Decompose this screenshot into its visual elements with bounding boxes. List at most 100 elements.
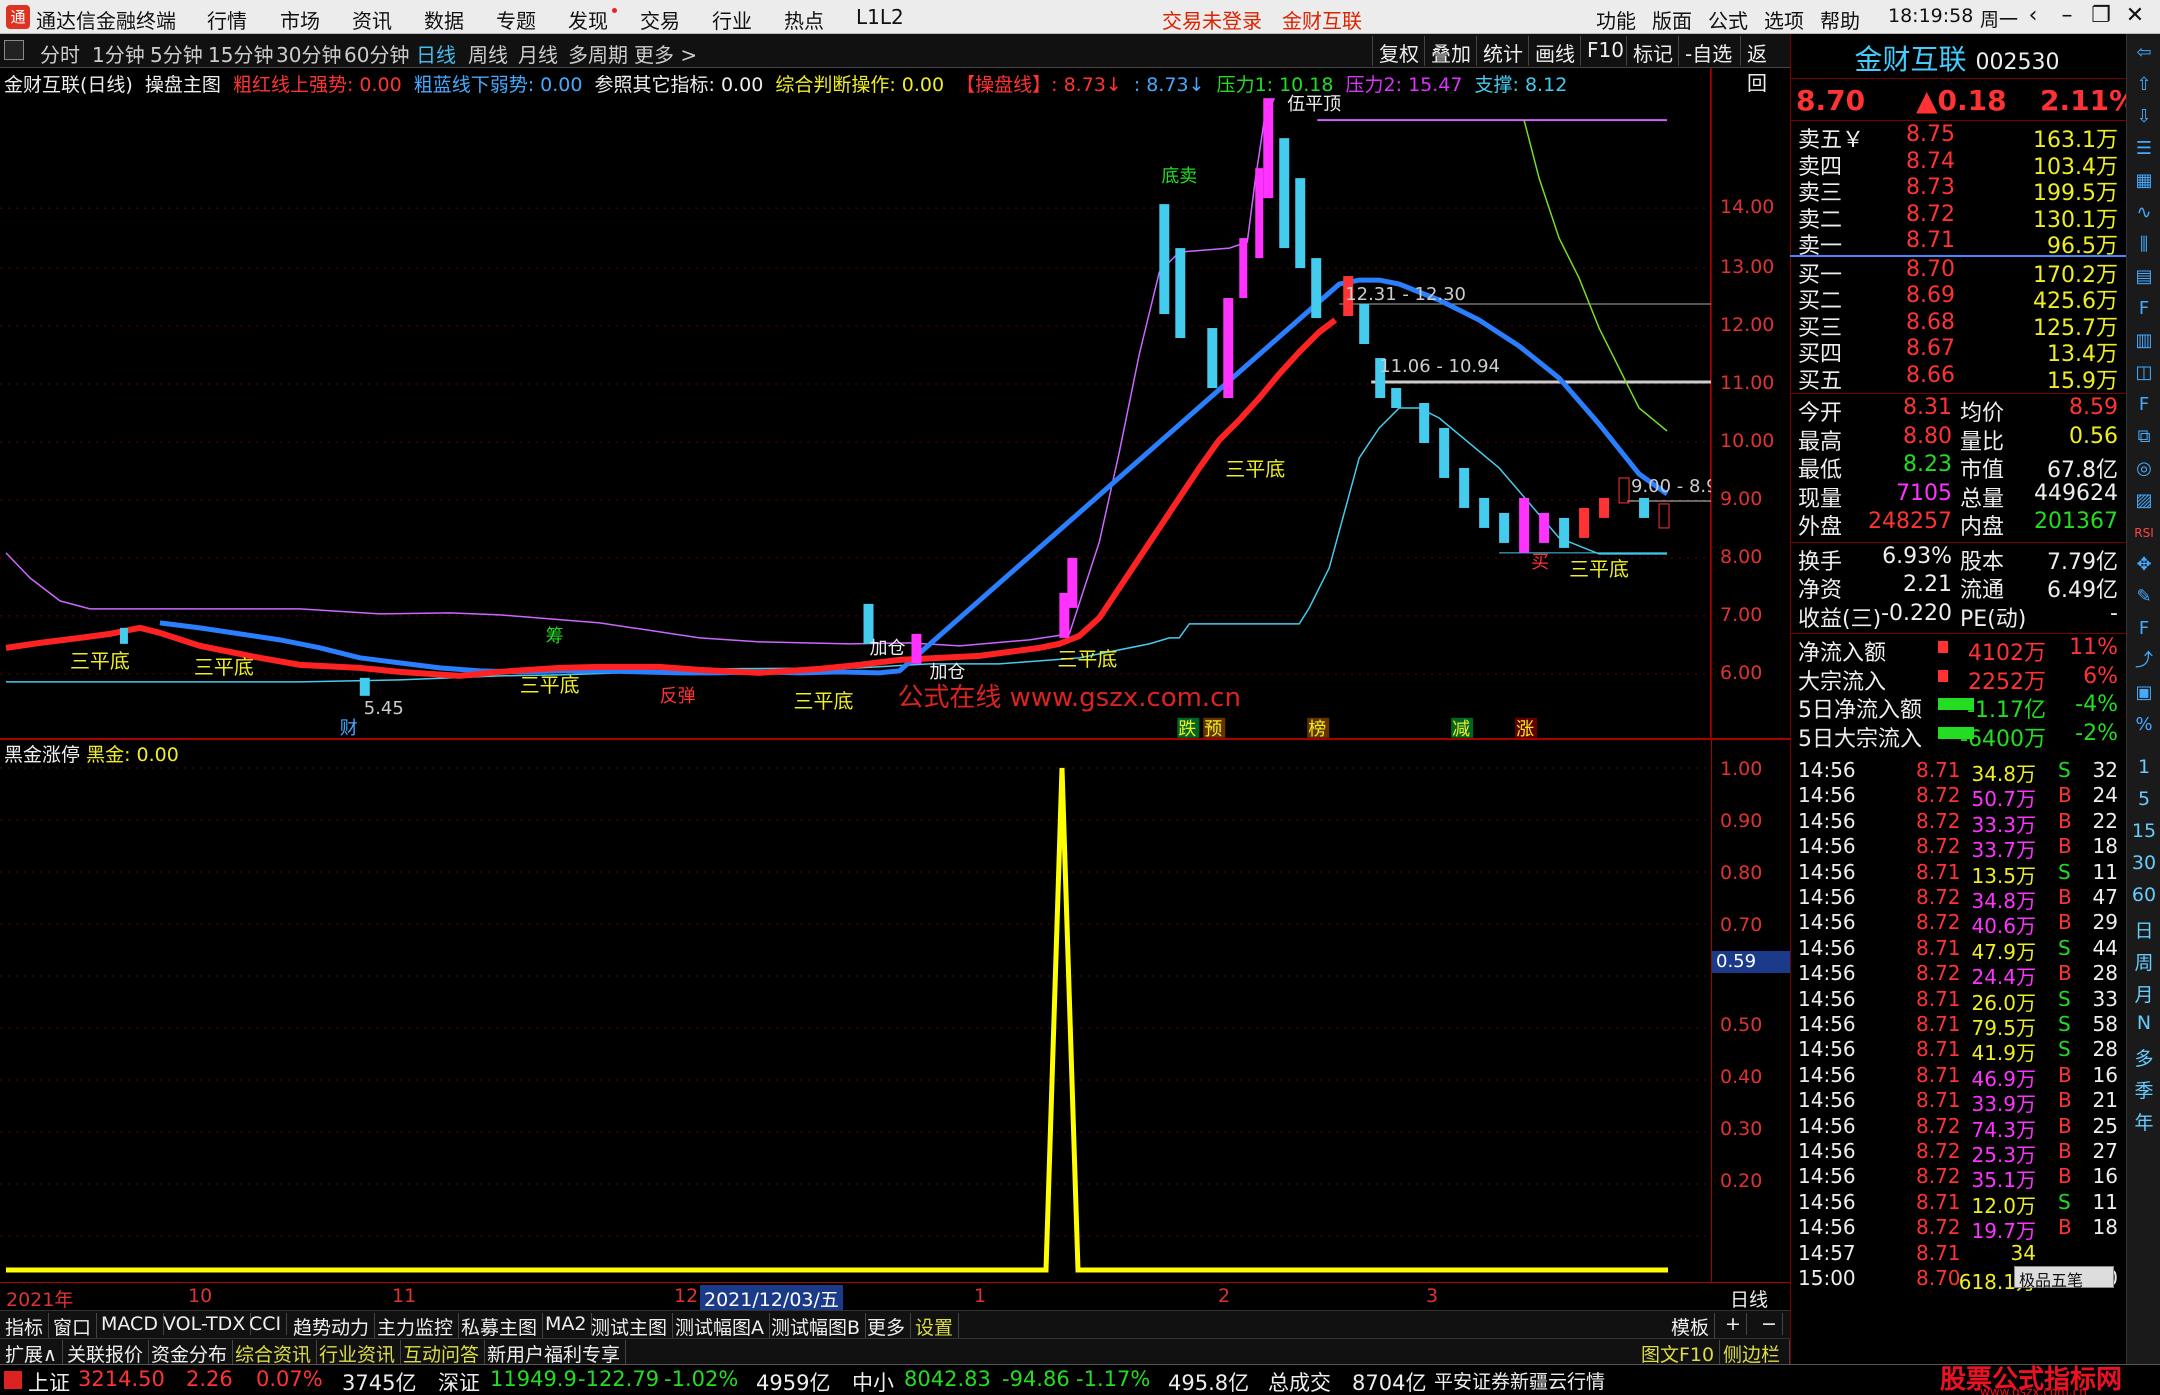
tab-qushi[interactable]: 趋势动力 bbox=[288, 1313, 376, 1340]
menu-item-jiaoyi[interactable]: 交易 bbox=[640, 5, 680, 34]
main-kline-chart[interactable]: 伍平顶 12.31 - 12.30 11.06 - 10.94 9.00 - 8… bbox=[0, 68, 1712, 738]
close-icon[interactable]: ✕ bbox=[2118, 3, 2152, 28]
tab-cci[interactable]: CCI bbox=[244, 1313, 288, 1335]
percent-icon[interactable]: % bbox=[2131, 712, 2157, 738]
macd-icon[interactable]: ▨ bbox=[2131, 488, 2157, 514]
sub-indicator-chart[interactable] bbox=[0, 740, 1712, 1282]
menu-item-banmian[interactable]: 版面 bbox=[1652, 5, 1692, 34]
tongji-button[interactable]: 统计 bbox=[1476, 36, 1529, 66]
period-shortcut-2[interactable]: 15 bbox=[2129, 820, 2159, 842]
period-shortcut-3[interactable]: 30 bbox=[2129, 852, 2159, 874]
tab-ceshi-b[interactable]: 测试幅图B bbox=[766, 1313, 867, 1340]
tab-zonghe[interactable]: 综合资讯 bbox=[230, 1340, 318, 1367]
period-shortcut-4[interactable]: 60 bbox=[2129, 884, 2159, 906]
sz-name[interactable]: 深证 bbox=[438, 1367, 480, 1395]
list-icon[interactable]: ☰ bbox=[2131, 136, 2157, 162]
menu-item-shichang[interactable]: 市场 bbox=[280, 5, 320, 34]
tab-simu[interactable]: 私募主图 bbox=[456, 1313, 544, 1340]
tab-vol-tdx[interactable]: VOL-TDX bbox=[158, 1313, 252, 1335]
target-icon[interactable]: ◎ bbox=[2131, 456, 2157, 482]
period-30min[interactable]: 30分钟 bbox=[276, 39, 341, 68]
period-shortcut-6[interactable]: 周 bbox=[2129, 948, 2159, 975]
tab-fuli[interactable]: 新用户福利专享 bbox=[482, 1340, 627, 1367]
grid-icon[interactable]: ▦ bbox=[2131, 168, 2157, 194]
period-multi[interactable]: 多周期 bbox=[568, 39, 628, 68]
f10-button[interactable]: F10 bbox=[1580, 36, 1630, 66]
menu-item-hangqing[interactable]: 行情 bbox=[207, 5, 247, 34]
news-icon[interactable]: ▥ bbox=[2131, 328, 2157, 354]
period-shortcut-5[interactable]: 日 bbox=[2129, 916, 2159, 943]
tab-hudong[interactable]: 互动问答 bbox=[398, 1340, 486, 1367]
menu-item-gongneng[interactable]: 功能 bbox=[1596, 5, 1636, 34]
tab-guanlian[interactable]: 关联报价 bbox=[62, 1340, 150, 1367]
rsi-icon[interactable]: RSI bbox=[2131, 520, 2157, 546]
down-arrow-icon[interactable]: ⇩ bbox=[2131, 104, 2157, 130]
huaxian-button[interactable]: 画线 bbox=[1528, 36, 1581, 66]
pen-icon[interactable]: ✎ bbox=[2131, 584, 2157, 610]
tab-hangye[interactable]: 行业资讯 bbox=[314, 1340, 402, 1367]
period-weekly[interactable]: 周线 bbox=[468, 39, 508, 68]
period-1min[interactable]: 1分钟 bbox=[92, 39, 145, 68]
remove-pane-button[interactable]: − bbox=[1756, 1313, 1783, 1335]
f2-icon[interactable]: F bbox=[2131, 392, 2157, 418]
tab-more[interactable]: 更多 bbox=[862, 1313, 912, 1340]
tab-ma2[interactable]: MA2 bbox=[540, 1313, 593, 1335]
tab-zhuli[interactable]: 主力监控 bbox=[372, 1313, 460, 1340]
period-fenshi[interactable]: 分时 bbox=[40, 39, 80, 68]
menu-item-l1l2[interactable]: L1L2 bbox=[856, 5, 904, 29]
period-shortcut-10[interactable]: 季 bbox=[2129, 1076, 2159, 1103]
tab-ceshi-main[interactable]: 测试主图 bbox=[586, 1313, 674, 1340]
back-icon[interactable]: ‹ bbox=[2016, 3, 2050, 28]
back-arrow-icon[interactable]: ⇦ bbox=[2131, 40, 2157, 66]
f5-icon[interactable]: F bbox=[2131, 616, 2157, 642]
export-icon[interactable]: ⤴ bbox=[2131, 648, 2157, 674]
tab-ceshi-a[interactable]: 测试幅图A bbox=[670, 1313, 770, 1340]
tab-macd[interactable]: MACD bbox=[96, 1313, 164, 1335]
period-shortcut-1[interactable]: 5 bbox=[2129, 788, 2159, 810]
period-shortcut-7[interactable]: 月 bbox=[2129, 980, 2159, 1007]
tab-f10[interactable]: 图文F10 bbox=[1636, 1340, 1721, 1367]
fanhui-button[interactable]: 返回 bbox=[1740, 36, 1790, 95]
period-shortcut-11[interactable]: 年 bbox=[2129, 1108, 2159, 1135]
period-shortcut-9[interactable]: 多 bbox=[2129, 1044, 2159, 1071]
f10-icon[interactable]: F bbox=[2131, 296, 2157, 322]
line-chart-icon[interactable]: ∿ bbox=[2131, 200, 2157, 226]
tools-icon[interactable]: ✥ bbox=[2131, 552, 2157, 578]
tab-kuozhan[interactable]: 扩展∧ bbox=[0, 1340, 63, 1367]
zx-name[interactable]: 中小 bbox=[852, 1367, 894, 1395]
menu-item-faxian[interactable]: 发现 bbox=[568, 5, 608, 34]
tab-zhibiao[interactable]: 指标 bbox=[0, 1313, 50, 1340]
stats-icon[interactable]: ▣ bbox=[2131, 680, 2157, 706]
fuquan-button[interactable]: 复权 bbox=[1372, 36, 1425, 66]
restore-icon[interactable]: ❐ bbox=[2084, 3, 2118, 28]
menu-item-redian[interactable]: 热点 bbox=[784, 5, 824, 34]
diejia-button[interactable]: 叠加 bbox=[1424, 36, 1477, 66]
kline-icon[interactable]: ⫼ bbox=[2131, 232, 2157, 258]
period-monthly[interactable]: 月线 bbox=[518, 39, 558, 68]
period-shortcut-8[interactable]: N bbox=[2129, 1012, 2159, 1034]
template-button[interactable]: 模板 bbox=[1666, 1313, 1716, 1340]
menu-item-shuju[interactable]: 数据 bbox=[424, 5, 464, 34]
period-daily[interactable]: 日线 bbox=[416, 39, 456, 68]
compare-icon[interactable]: ⧉ bbox=[2131, 424, 2157, 450]
tab-chuangkou[interactable]: 窗口 bbox=[48, 1313, 98, 1340]
minimize-icon[interactable]: – bbox=[2050, 3, 2084, 28]
add-pane-button[interactable]: + bbox=[1720, 1313, 1747, 1335]
menu-item-bangzhu[interactable]: 帮助 bbox=[1820, 5, 1860, 34]
menu-item-zixun[interactable]: 资讯 bbox=[352, 5, 392, 34]
period-15min[interactable]: 15分钟 bbox=[208, 39, 273, 68]
menu-item-xuanxiang[interactable]: 选项 bbox=[1764, 5, 1804, 34]
period-more[interactable]: 更多 > bbox=[634, 39, 697, 68]
zixuan-button[interactable]: -自选 bbox=[1678, 36, 1738, 66]
tab-settings[interactable]: 设置 bbox=[910, 1313, 960, 1340]
broker-name[interactable]: 平安证券新疆云行情 bbox=[1434, 1367, 1605, 1394]
login-status[interactable]: 交易未登录 bbox=[1162, 5, 1262, 34]
period-60min[interactable]: 60分钟 bbox=[344, 39, 409, 68]
menu-item-hangye[interactable]: 行业 bbox=[712, 5, 752, 34]
biaoji-button[interactable]: 标记 bbox=[1626, 36, 1679, 66]
menu-item-zhuanti[interactable]: 专题 bbox=[496, 5, 536, 34]
period-shortcut-0[interactable]: 1 bbox=[2129, 756, 2159, 778]
up-arrow-icon[interactable]: ⇧ bbox=[2131, 72, 2157, 98]
toggle-icon[interactable] bbox=[4, 40, 24, 60]
menu-item-gongshi[interactable]: 公式 bbox=[1708, 5, 1748, 34]
